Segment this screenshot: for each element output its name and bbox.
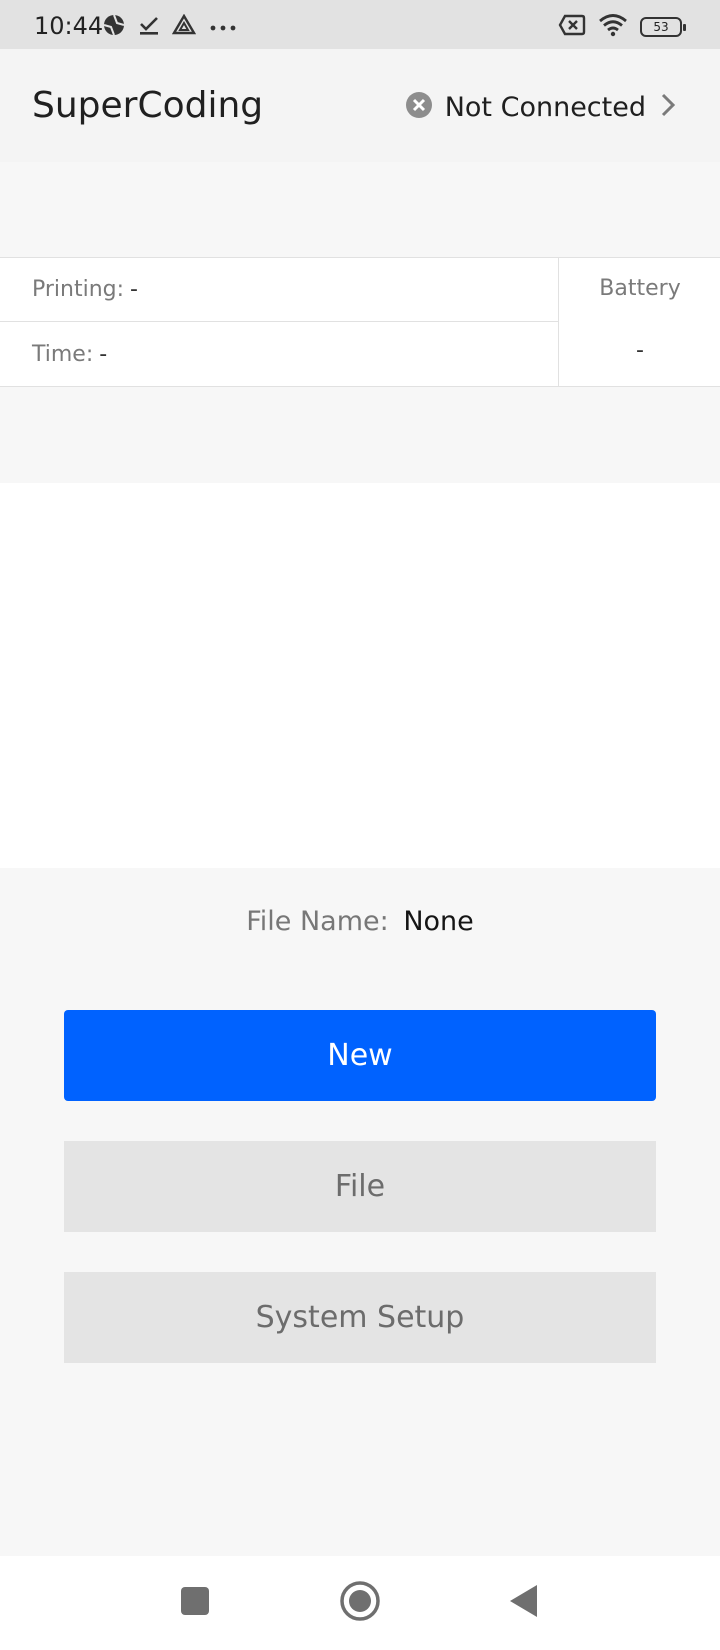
time-value: - <box>99 341 108 367</box>
drive-icon <box>171 13 197 40</box>
spacer-top <box>0 162 720 257</box>
connection-status-button[interactable]: Not Connected <box>405 91 678 123</box>
wifi-icon <box>598 13 628 41</box>
home-button[interactable] <box>320 1556 400 1650</box>
printing-label: Printing: <box>32 277 125 302</box>
recents-square-icon <box>180 1586 210 1620</box>
file-name-value: None <box>403 906 474 937</box>
status-bar: 10:44 53 <box>0 0 720 49</box>
system-setup-button[interactable]: System Setup <box>64 1272 656 1363</box>
printing-row: Printing: - <box>0 258 559 322</box>
print-info-table: Printing: - Time: - Battery - <box>0 257 720 387</box>
printing-value: - <box>130 277 138 302</box>
new-button[interactable]: New <box>64 1010 656 1101</box>
more-dots-icon <box>208 18 238 37</box>
status-icons-right: 53 <box>558 13 686 41</box>
recents-button[interactable] <box>155 1556 235 1650</box>
time-label: Time: <box>32 341 94 367</box>
chevron-right-icon <box>658 92 678 122</box>
home-circle-icon <box>339 1580 381 1626</box>
battery-label: Battery <box>599 276 681 301</box>
app-title: SuperCoding <box>32 85 264 126</box>
preview-area <box>0 483 720 868</box>
battery-value: - <box>636 338 644 363</box>
print-info-left: Printing: - Time: - <box>0 258 559 386</box>
status-time: 10:44 <box>34 12 104 40</box>
file-button[interactable]: File <box>64 1141 656 1232</box>
connection-status-text: Not Connected <box>444 91 646 123</box>
app-header: SuperCoding Not Connected <box>0 49 720 162</box>
back-button[interactable] <box>483 1556 563 1650</box>
back-triangle-icon <box>507 1583 539 1623</box>
file-name-label: File Name: <box>246 906 389 937</box>
bottom-panel: File Name: None New File System Setup <box>0 868 720 1556</box>
time-row: Time: - <box>0 322 559 386</box>
status-icons-left <box>102 13 238 41</box>
file-name-line: File Name: None <box>0 906 720 937</box>
check-icon <box>138 14 160 40</box>
close-circle-icon <box>405 91 433 123</box>
sim-off-icon <box>558 14 586 40</box>
battery-cell: Battery - <box>560 258 720 386</box>
battery-indicator: 53 <box>640 17 686 37</box>
spacer-middle <box>0 387 720 483</box>
aperture-icon <box>102 13 126 41</box>
navigation-bar <box>0 1556 720 1650</box>
